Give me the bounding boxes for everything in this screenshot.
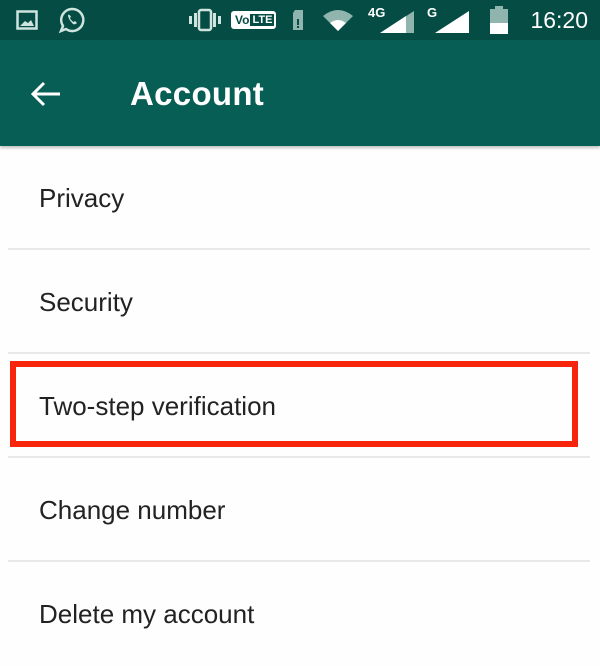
menu-item-security[interactable]: Security xyxy=(0,250,600,354)
menu-item-label: Change number xyxy=(39,495,226,525)
whatsapp-icon xyxy=(58,0,86,40)
account-settings-list: Privacy Security Two-step verification C… xyxy=(0,146,600,666)
back-button[interactable] xyxy=(28,76,64,112)
battery-icon xyxy=(488,0,510,40)
status-bar: Vo LTE 4G G 16:20 xyxy=(0,0,600,40)
menu-item-label: Delete my account xyxy=(39,599,255,629)
clock: 16:20 xyxy=(530,7,588,33)
menu-item-delete-my-account[interactable]: Delete my account xyxy=(0,562,600,666)
menu-item-label: Privacy xyxy=(39,183,125,213)
arrow-left-icon xyxy=(30,81,60,107)
signal-g-icon: G xyxy=(425,0,471,40)
menu-item-change-number[interactable]: Change number xyxy=(0,458,600,562)
app-bar: Account xyxy=(0,40,600,146)
menu-item-label: Two-step verification xyxy=(39,391,276,421)
menu-item-label: Security xyxy=(39,287,133,317)
wifi-icon xyxy=(322,0,354,40)
sd-card-icon xyxy=(292,0,304,40)
page-title: Account xyxy=(130,75,265,112)
vibrate-icon xyxy=(187,0,223,40)
menu-item-privacy[interactable]: Privacy xyxy=(0,146,600,250)
volte-icon: Vo LTE xyxy=(231,0,277,40)
signal-4g-icon: 4G xyxy=(366,0,418,40)
gallery-icon xyxy=(16,0,38,40)
menu-item-two-step-verification[interactable]: Two-step verification xyxy=(0,354,600,458)
